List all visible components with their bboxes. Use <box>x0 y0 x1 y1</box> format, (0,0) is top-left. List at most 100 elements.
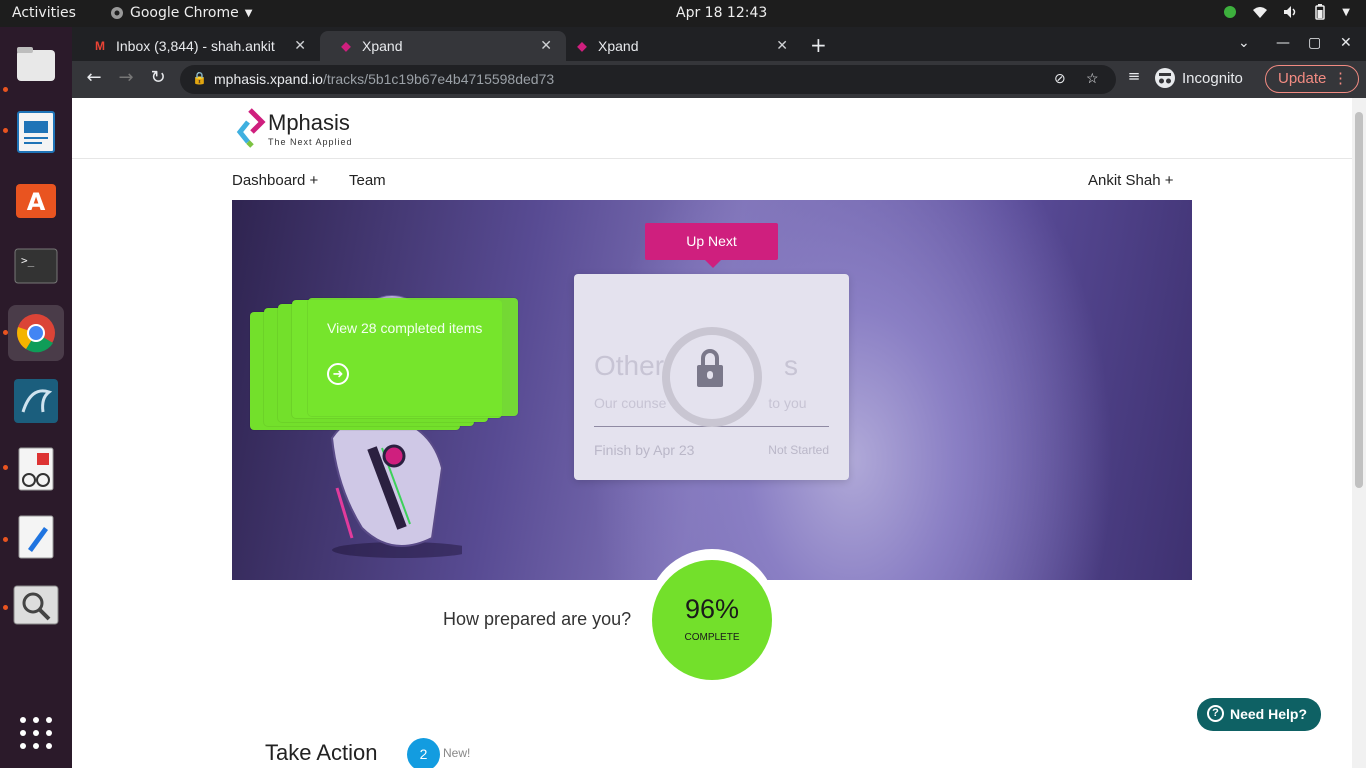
dock-text-editor[interactable] <box>8 509 64 565</box>
dock-screenshot[interactable] <box>8 577 64 633</box>
activities-button[interactable]: Activities <box>12 5 76 21</box>
app-menu[interactable]: Google Chrome ▼ <box>110 5 252 21</box>
tab-title: Xpand <box>362 38 403 54</box>
page-scrollbar[interactable] <box>1352 98 1366 768</box>
dock-chrome[interactable] <box>8 305 64 361</box>
new-tab-button[interactable]: + <box>810 33 827 57</box>
item-status: Not Started <box>768 443 829 457</box>
system-tray[interactable]: ▼ <box>1222 4 1350 20</box>
scrollbar-thumb[interactable] <box>1355 112 1363 488</box>
update-notifier-icon[interactable] <box>1222 4 1238 20</box>
mysql-workbench-icon <box>14 379 58 423</box>
text-editor-icon <box>18 515 54 559</box>
dock-running-indicator <box>3 330 8 335</box>
maximize-icon[interactable]: ▢ <box>1308 35 1321 51</box>
dock-running-indicator <box>3 537 8 542</box>
question-circle-icon: ? <box>1207 705 1224 722</box>
volume-icon[interactable] <box>1282 4 1298 20</box>
eye-off-icon[interactable]: ⊘ <box>1054 70 1066 87</box>
new-count-badge: 2 <box>407 738 440 768</box>
back-icon[interactable]: ← <box>82 67 106 88</box>
address-bar[interactable]: 🔒 mphasis.xpand.io/tracks/5b1c19b67e4b47… <box>180 65 1116 94</box>
web-page: Mphasis The Next Applied Dashboard + Tea… <box>72 98 1352 768</box>
gmail-icon: M <box>95 39 105 53</box>
mphasis-logo[interactable]: Mphasis The Next Applied <box>236 108 366 148</box>
url-domain: mphasis.xpand.io <box>214 71 323 87</box>
files-icon <box>17 47 55 81</box>
tab-xpand[interactable]: ◆ Xpand ✕ <box>556 31 802 61</box>
close-icon[interactable]: ✕ <box>294 37 306 54</box>
dock: A >_ <box>0 27 72 768</box>
svg-text:>_: >_ <box>21 254 35 267</box>
dock-terminal[interactable]: >_ <box>8 238 64 294</box>
battery-icon[interactable] <box>1312 4 1328 20</box>
completed-items-link[interactable]: View 28 completed items <box>327 320 482 336</box>
completed-items-card[interactable] <box>308 298 518 416</box>
take-action-heading: Take Action <box>265 740 378 765</box>
kebab-menu-icon[interactable]: ⋮ <box>1333 69 1348 87</box>
terminal-icon: >_ <box>14 248 58 284</box>
show-applications-icon[interactable] <box>20 717 52 749</box>
new-label: New! <box>443 746 471 760</box>
progress-percent: 96% <box>684 594 740 624</box>
next-item-title-start: Other <box>594 350 665 381</box>
nav-user-menu[interactable]: Ankit Shah + <box>1088 172 1173 189</box>
progress-label: COMPLETE <box>684 632 740 643</box>
brand-tagline: The Next Applied <box>268 137 353 147</box>
close-icon[interactable]: ✕ <box>776 37 788 54</box>
lock-icon[interactable]: 🔒 <box>192 71 207 85</box>
nav-dashboard[interactable]: Dashboard + <box>232 172 318 189</box>
magnifier-icon <box>13 585 59 625</box>
progress-circle: 96% COMPLETE <box>652 560 772 680</box>
star-icon[interactable]: ☆ <box>1086 70 1099 87</box>
next-item-card[interactable]: Other s Our counse to you Finish by Apr 23… <box>574 274 849 480</box>
nav-team[interactable]: Team <box>349 172 386 189</box>
power-menu-icon[interactable]: ▼ <box>1342 7 1350 18</box>
incognito-indicator[interactable]: Incognito <box>1154 67 1243 89</box>
next-item-title-end: s <box>784 350 799 381</box>
dock-software[interactable]: A <box>8 170 64 226</box>
need-help-label: Need Help? <box>1230 706 1308 722</box>
close-window-icon[interactable]: ✕ <box>1340 35 1352 51</box>
reading-list-icon[interactable]: ≡ <box>1122 67 1146 85</box>
xpand-icon: ◆ <box>577 39 587 53</box>
arrow-right-circle-icon[interactable]: ➜ <box>327 363 349 385</box>
next-item-subtitle-start: Our counse <box>594 395 667 411</box>
minimize-icon[interactable]: — <box>1276 35 1290 51</box>
url-path: /tracks/5b1c19b67e4b4715598ded73 <box>322 71 555 87</box>
dock-mysql-workbench[interactable] <box>8 373 64 429</box>
chrome-icon <box>17 314 55 353</box>
url-text[interactable]: mphasis.xpand.io/tracks/5b1c19b67e4b4715… <box>214 71 554 87</box>
dock-running-indicator <box>3 465 8 470</box>
xpand-icon: ◆ <box>341 39 351 53</box>
tab-xpand-active[interactable]: ◆ Xpand ✕ <box>320 31 566 61</box>
update-label: Update <box>1278 70 1327 87</box>
dock-document-viewer[interactable] <box>8 441 64 497</box>
tab-title: Inbox (3,844) - shah.ankit <box>116 38 275 54</box>
ubuntu-software-icon: A <box>16 184 56 218</box>
reload-icon[interactable]: ↻ <box>146 67 170 88</box>
track-hero-banner: View 28 completed items ➜ Up Next Other s… <box>232 200 1192 580</box>
next-item-subtitle-end: to you <box>768 395 807 411</box>
clock[interactable]: Apr 18 12:43 <box>676 5 767 21</box>
tab-search-icon[interactable]: ⌄ <box>1238 35 1250 51</box>
brand-name: Mphasis <box>268 110 350 135</box>
mphasis-logo-icon <box>236 108 266 148</box>
document-viewer-icon <box>18 447 54 491</box>
wifi-icon[interactable] <box>1252 4 1268 20</box>
dock-running-indicator <box>3 605 8 610</box>
svg-text:A: A <box>27 188 46 216</box>
dock-writer[interactable] <box>8 104 64 160</box>
close-icon[interactable]: ✕ <box>540 37 552 54</box>
system-top-bar: Activities Google Chrome ▼ Apr 18 12:43 … <box>0 0 1366 27</box>
tab-inbox[interactable]: M Inbox (3,844) - shah.ankit ✕ <box>74 31 320 61</box>
need-help-button[interactable]: ? Need Help? <box>1197 698 1321 731</box>
tab-title: Xpand <box>598 38 639 54</box>
libreoffice-writer-icon <box>17 111 55 153</box>
forward-icon[interactable]: → <box>114 67 138 88</box>
incognito-label: Incognito <box>1182 69 1243 87</box>
finish-date: Finish by Apr 23 <box>594 442 695 458</box>
dock-files[interactable] <box>8 36 64 92</box>
lock-icon <box>662 327 762 427</box>
update-button[interactable]: Update ⋮ <box>1265 65 1359 93</box>
